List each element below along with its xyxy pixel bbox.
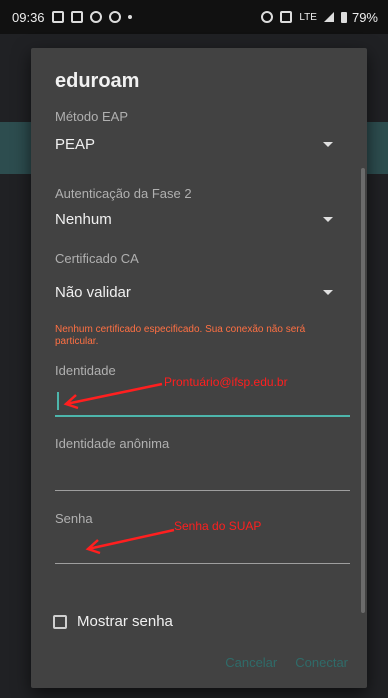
eap-method-value: PEAP — [55, 135, 96, 153]
battery-level: 79% — [351, 9, 378, 25]
ca-certificate-select[interactable]: Não validar — [55, 277, 343, 307]
notification-icon — [51, 11, 64, 23]
dialog-title: eduroam — [55, 70, 140, 92]
status-left: 09:36 — [12, 10, 132, 25]
vibrate-icon — [280, 11, 293, 23]
network-type: LTE — [299, 11, 317, 23]
certificate-warning: Nenhum certificado especificado. Sua con… — [55, 324, 306, 347]
wifi-config-dialog: eduroam Método EAP PEAP Autenticação da … — [31, 48, 367, 688]
ca-certificate-value: Não validar — [55, 283, 131, 301]
status-right: LTE 79% — [261, 10, 378, 25]
eap-method-label: Método EAP — [55, 109, 128, 124]
show-password-checkbox[interactable]: Mostrar senha — [53, 613, 173, 630]
phase2-auth-select[interactable]: Nenhum — [55, 204, 343, 234]
anonymous-identity-label: Identidade anônima — [55, 436, 170, 451]
phase2-auth-value: Nenhum — [55, 210, 112, 228]
more-notifications-icon — [127, 15, 132, 19]
checkbox-icon — [53, 614, 67, 629]
app-icon — [108, 11, 121, 23]
eap-method-select[interactable]: PEAP — [55, 129, 343, 159]
ca-certificate-label: Certificado CA — [55, 251, 139, 266]
password-arrow-icon — [85, 528, 175, 555]
dropdown-arrow-icon — [323, 289, 333, 295]
identity-annotation: Prontuário@ifsp.edu.br — [164, 375, 288, 389]
identity-arrow-icon — [63, 382, 163, 410]
alarm-icon — [261, 11, 274, 23]
battery-icon — [340, 11, 347, 23]
status-bar: 09:36 LTE 79% — [0, 0, 388, 34]
password-label: Senha — [55, 511, 93, 526]
password-annotation: Senha do SUAP — [174, 519, 262, 533]
connect-button[interactable]: Conectar — [295, 655, 348, 670]
scrollbar[interactable] — [361, 168, 365, 613]
dropdown-arrow-icon — [323, 141, 333, 147]
phase2-auth-label: Autenticação da Fase 2 — [55, 186, 192, 201]
identity-label: Identidade — [55, 363, 116, 378]
image-icon — [70, 11, 83, 23]
cancel-button[interactable]: Cancelar — [225, 655, 277, 670]
anonymous-identity-input[interactable] — [55, 462, 350, 491]
show-password-label: Mostrar senha — [77, 613, 173, 630]
dialog-buttons: Cancelar Conectar — [225, 655, 348, 670]
dropdown-arrow-icon — [323, 216, 333, 222]
status-time: 09:36 — [12, 9, 45, 25]
power-icon — [89, 11, 102, 23]
signal-icon — [323, 12, 334, 22]
